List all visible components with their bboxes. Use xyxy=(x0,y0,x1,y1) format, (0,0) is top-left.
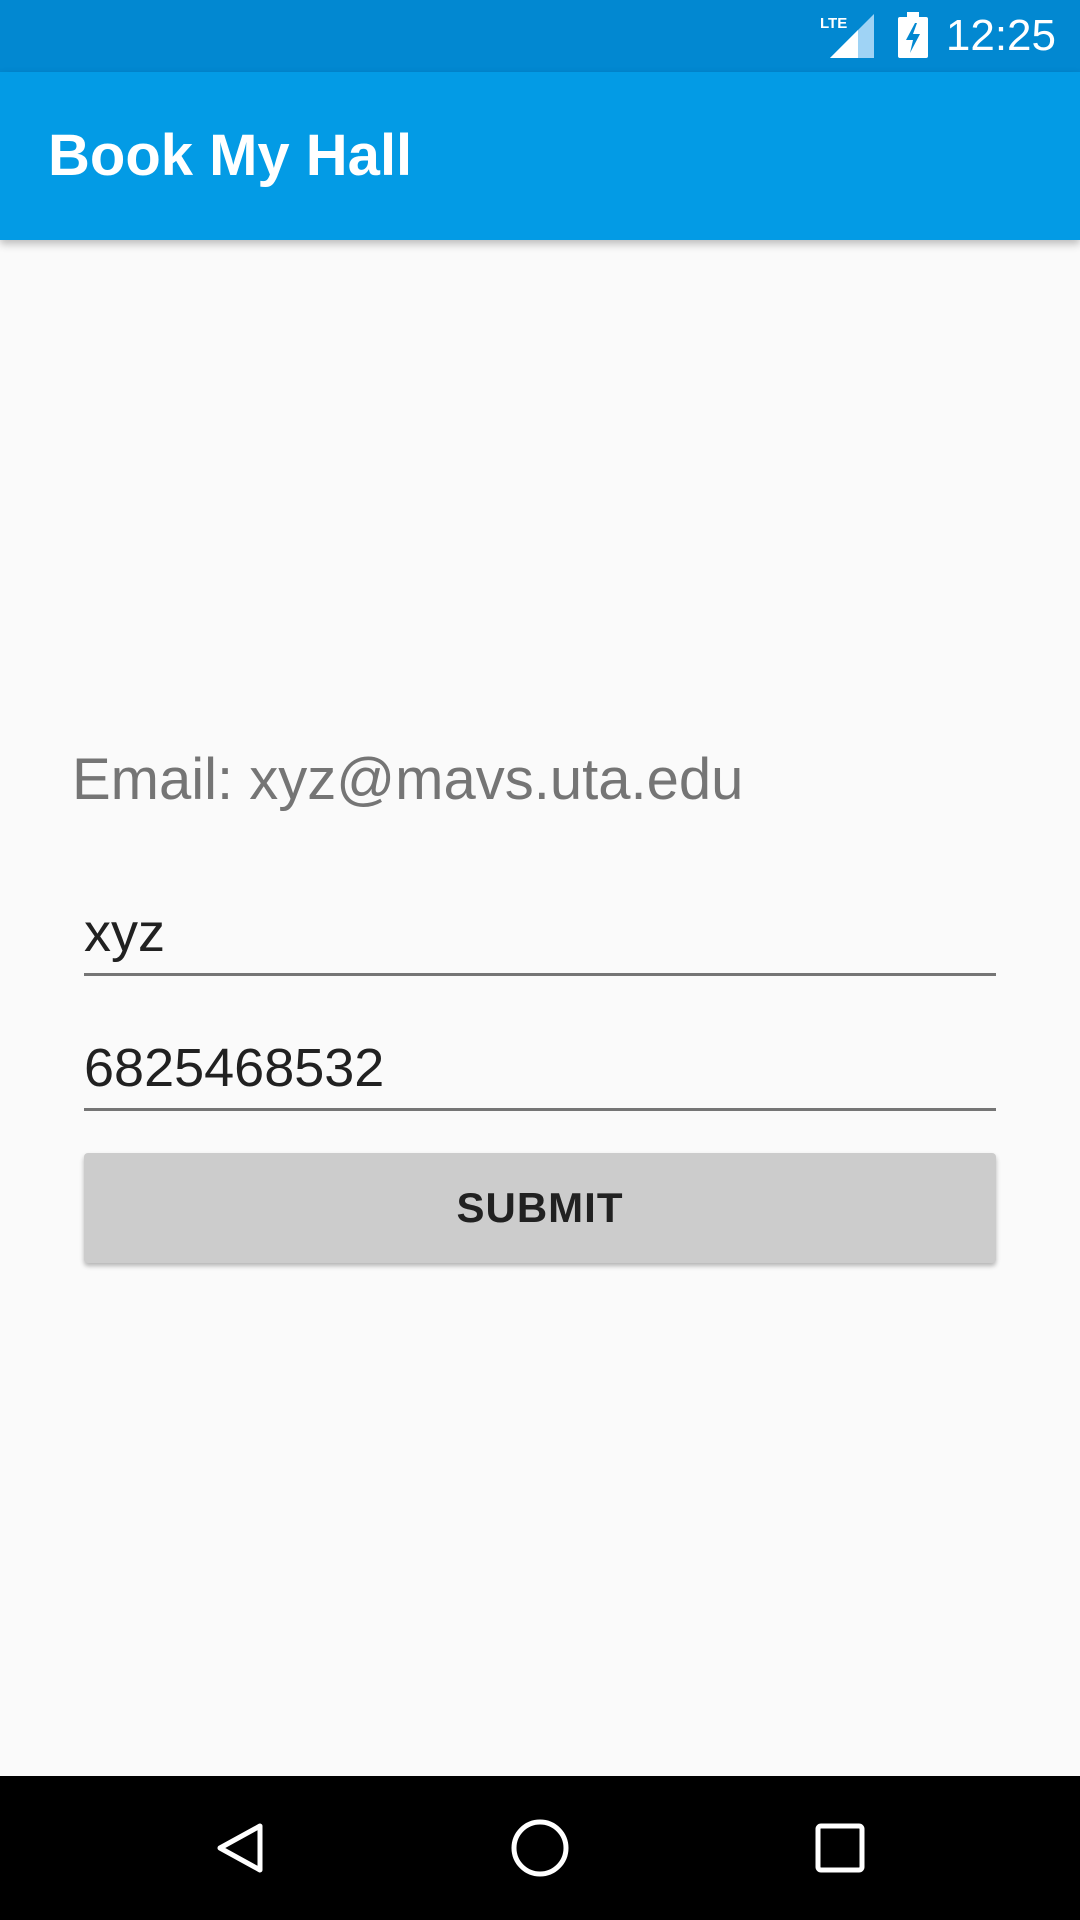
cell-signal-icon: LTE xyxy=(820,14,874,58)
email-label: Email: xyz@mavs.uta.edu xyxy=(72,747,744,812)
status-time: 12:25 xyxy=(945,11,1056,60)
network-label: LTE xyxy=(820,15,847,32)
phone-input[interactable] xyxy=(84,1028,996,1108)
app-title: Book My Hall xyxy=(48,123,413,188)
recents-button[interactable] xyxy=(790,1798,890,1898)
name-input[interactable] xyxy=(84,893,996,973)
navigation-bar xyxy=(0,1776,1080,1920)
back-triangle-icon xyxy=(217,1823,263,1873)
submit-button[interactable]: SUBMIT xyxy=(84,1153,996,1263)
battery-charging-icon xyxy=(898,12,928,58)
recents-square-icon xyxy=(815,1823,865,1873)
phone-field xyxy=(84,1028,996,1111)
app-bar: Book My Hall xyxy=(0,72,1080,240)
back-button[interactable] xyxy=(190,1798,290,1898)
status-bar: LTE 12:25 xyxy=(0,0,1080,72)
home-circle-icon xyxy=(511,1819,569,1877)
home-button[interactable] xyxy=(490,1798,590,1898)
screen: LTE 12:25 Book My Hall Email: xyz@mavs.u… xyxy=(0,0,1080,1920)
name-field xyxy=(84,893,996,976)
